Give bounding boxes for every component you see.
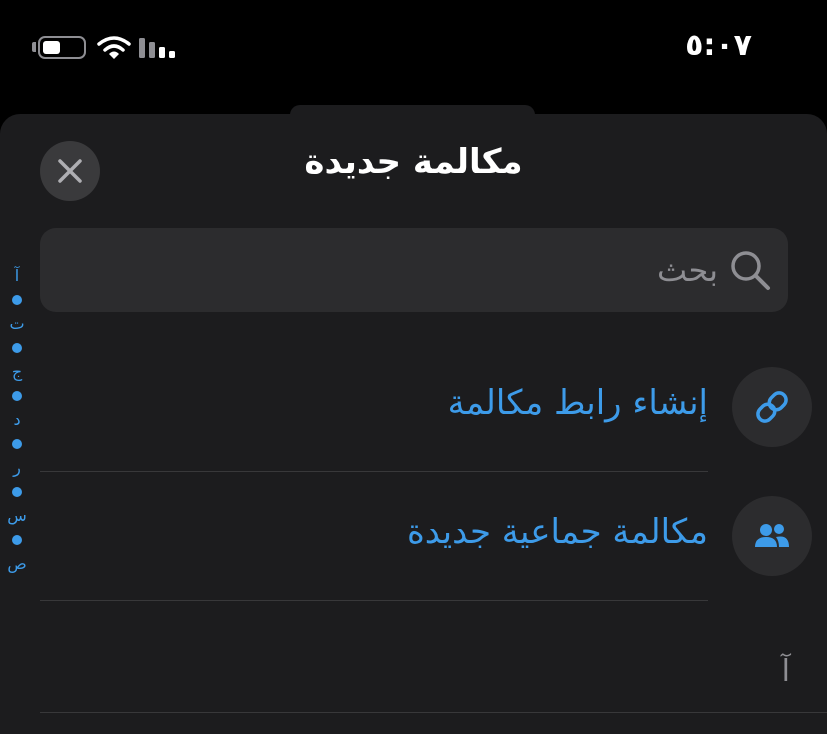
group-icon <box>755 524 789 547</box>
index-letter[interactable]: ر <box>13 456 21 480</box>
create-call-link-label: إنشاء رابط مكالمة <box>447 383 708 423</box>
sheet-title: مكالمة جديدة <box>304 142 523 182</box>
battery-level-fill <box>43 41 60 54</box>
cellular-signal-icon <box>139 38 175 58</box>
create-call-link-row[interactable]: إنشاء رابط مكالمة <box>40 367 812 447</box>
status-time: ٥:٠٧ <box>685 28 752 63</box>
index-dot <box>12 535 22 545</box>
group-icon-circle <box>732 496 812 576</box>
new-group-call-label: مكالمة جماعية جديدة <box>406 512 708 552</box>
link-icon-circle <box>732 367 812 447</box>
link-icon <box>756 391 788 423</box>
index-dot <box>12 295 22 305</box>
index-letter[interactable]: ج <box>12 360 22 384</box>
index-letter[interactable]: ص <box>7 552 26 576</box>
row-divider <box>40 600 708 601</box>
wifi-icon <box>97 36 131 59</box>
search-input[interactable] <box>98 228 718 312</box>
search-field[interactable] <box>40 228 788 312</box>
index-letter[interactable]: ت <box>9 312 24 336</box>
status-bar: ٥:٠٧ <box>0 0 827 100</box>
index-dot <box>12 439 22 449</box>
row-divider <box>40 471 708 472</box>
index-dot <box>12 343 22 353</box>
new-group-call-row[interactable]: مكالمة جماعية جديدة <box>40 496 812 576</box>
battery-cap <box>32 42 36 52</box>
new-call-sheet: مكالمة جديدة إنشاء رابط مكالمة <box>0 114 827 734</box>
index-letter[interactable]: س <box>7 504 27 528</box>
battery-icon <box>38 36 86 59</box>
index-dot <box>12 391 22 401</box>
alphabet-index-bar[interactable]: آ ت ج د ر س ص <box>0 264 34 604</box>
index-letter[interactable]: آ <box>15 264 19 288</box>
section-divider <box>40 712 827 713</box>
section-letter: آ <box>781 654 790 689</box>
index-dot <box>12 487 22 497</box>
index-letter[interactable]: د <box>13 408 20 432</box>
close-icon <box>58 159 82 183</box>
search-icon <box>731 251 770 290</box>
contacts-section-header: آ <box>40 654 827 713</box>
close-button[interactable] <box>40 141 100 201</box>
